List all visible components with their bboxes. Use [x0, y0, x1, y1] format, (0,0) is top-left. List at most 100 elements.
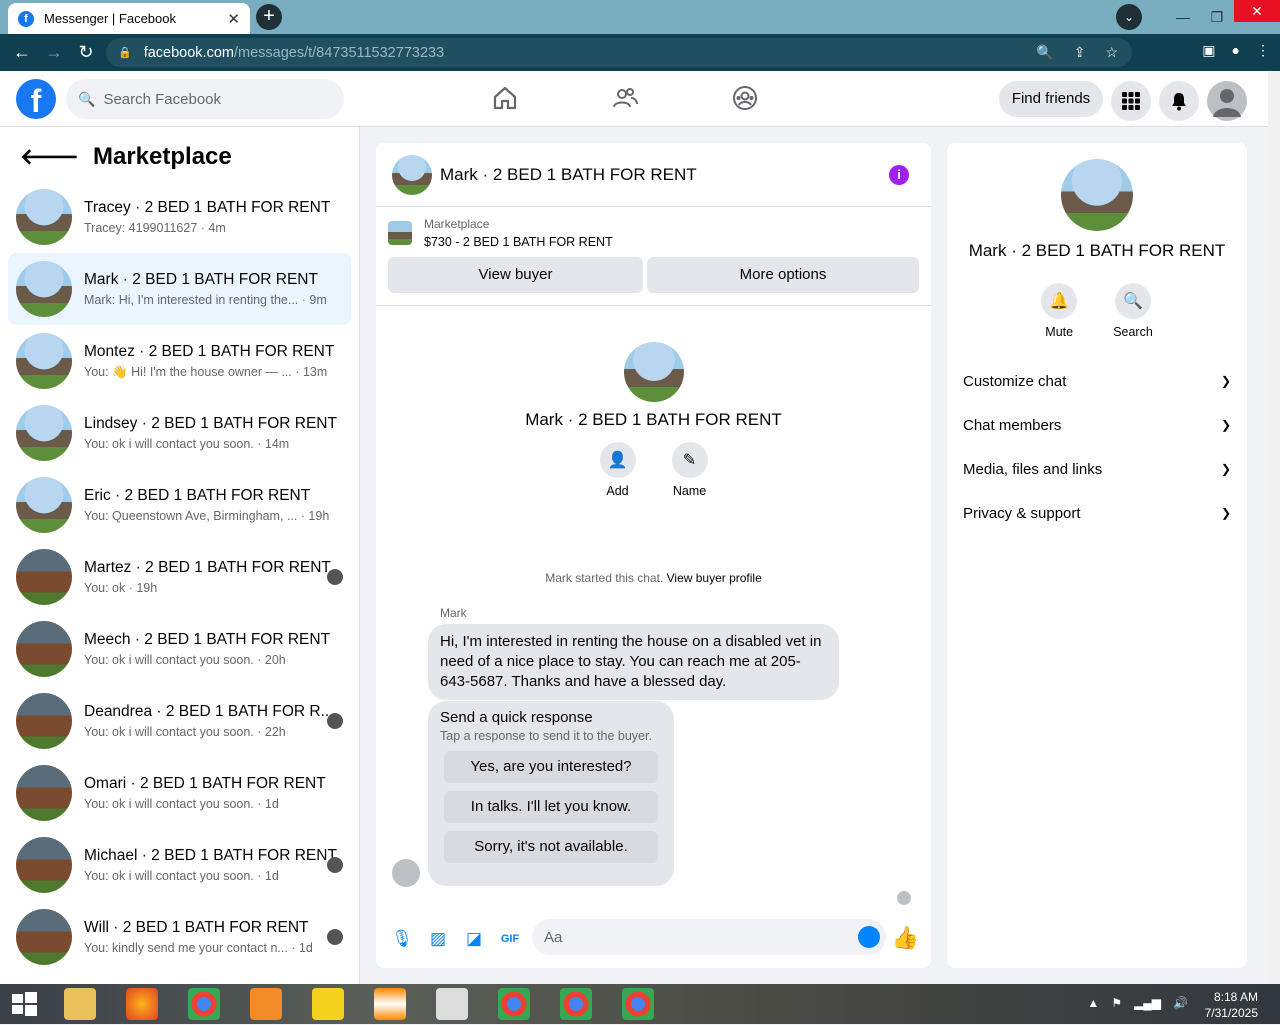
url-field[interactable]: 🔒 facebook.com/messages/t/84735115327732… — [106, 38, 1132, 67]
conversation-name: Lindsey · 2 BED 1 BATH FOR RENT — [84, 415, 337, 432]
emoji-icon[interactable] — [858, 926, 880, 948]
network-icon[interactable]: ▂▄▆ — [1134, 996, 1161, 1010]
search-chat-button[interactable]: 🔍 Search — [1113, 283, 1153, 339]
chrome-profile-icon[interactable] — [498, 988, 530, 1020]
reload-icon[interactable]: ↻ — [70, 42, 102, 63]
volume-icon[interactable]: 🔊 — [1173, 996, 1188, 1010]
add-button[interactable]: 👤 Add — [599, 442, 636, 498]
new-tab-button[interactable]: + — [256, 4, 282, 30]
share-icon[interactable]: ⇪ — [1074, 44, 1086, 61]
browser-tab[interactable]: f Messenger | Facebook ✕ — [8, 3, 250, 34]
chrome-profile-icon[interactable] — [622, 988, 654, 1020]
page-scrollbar[interactable] — [1268, 71, 1280, 984]
customize-chat-section[interactable]: Customize chat ❯ — [947, 359, 1247, 403]
chrome-icon[interactable] — [188, 988, 220, 1020]
mute-button[interactable]: 🔔 Mute — [1041, 283, 1078, 339]
profile-icon[interactable]: ● — [1232, 42, 1240, 59]
privacy-support-section[interactable]: Privacy & support ❯ — [947, 491, 1247, 535]
conversation-item[interactable]: Tracey · 2 BED 1 BATH FOR RENT Tracey: 41… — [8, 181, 351, 253]
media-player-icon[interactable] — [312, 988, 344, 1020]
read-receipt-avatar — [327, 857, 343, 873]
forward-icon[interactable]: → — [38, 42, 70, 63]
conversation-preview: Tracey: 4199011627 · 4m — [84, 221, 226, 235]
groups-icon[interactable] — [730, 83, 760, 113]
firefox-icon[interactable] — [126, 988, 158, 1020]
read-receipt-avatar — [327, 929, 343, 945]
clock-time: 8:18 AM — [1213, 990, 1258, 1004]
search-input[interactable]: 🔍 Search Facebook — [66, 79, 344, 119]
friends-icon[interactable] — [610, 83, 640, 113]
windows-taskbar: ▲ ⚑ ▂▄▆ 🔊 8:18 AM 7/31/2025 — [0, 984, 1280, 1024]
flag-icon[interactable]: ⚑ — [1111, 996, 1122, 1010]
conversation-item[interactable]: Deandrea · 2 BED 1 BATH FOR R... You: ok … — [8, 685, 351, 757]
conversation-item[interactable]: Lindsey · 2 BED 1 BATH FOR RENT You: ok i… — [8, 397, 351, 469]
tray-arrow-icon[interactable]: ▲ — [1087, 996, 1099, 1010]
view-buyer-button[interactable]: View buyer — [388, 257, 643, 293]
chat-title[interactable]: Mark · 2 BED 1 BATH FOR RENT — [440, 165, 697, 185]
conversation-item[interactable]: Montez · 2 BED 1 BATH FOR RENT You: 👋 Hi!… — [8, 325, 351, 397]
conversation-avatar — [16, 189, 72, 245]
microphone-icon[interactable]: 🎙 — [390, 927, 414, 951]
chrome-profile-icon[interactable] — [560, 988, 592, 1020]
conversation-name: Omari · 2 BED 1 BATH FOR RENT — [84, 775, 326, 792]
app-icon[interactable] — [436, 988, 468, 1020]
conversation-avatar — [16, 909, 72, 965]
sender-avatar[interactable] — [392, 859, 420, 887]
close-tab-icon[interactable]: ✕ — [227, 10, 240, 28]
browser-menu-icon[interactable]: ⋮ — [1256, 42, 1270, 59]
details-avatar[interactable] — [1061, 159, 1133, 231]
lock-icon[interactable]: 🔒 — [118, 46, 132, 59]
gif-icon[interactable]: GIF — [498, 927, 522, 951]
home-icon[interactable] — [490, 83, 520, 113]
conversation-item[interactable]: Meech · 2 BED 1 BATH FOR RENT You: ok i w… — [8, 613, 351, 685]
bookmark-star-icon[interactable]: ☆ — [1105, 44, 1118, 61]
message-bubble[interactable]: Hi, I'm interested in renting the house … — [428, 624, 839, 700]
media-files-links-section[interactable]: Media, files and links ❯ — [947, 447, 1247, 491]
name-button[interactable]: ✎ Name — [671, 442, 708, 498]
file-explorer-icon[interactable] — [64, 988, 96, 1020]
uc-browser-icon[interactable] — [250, 988, 282, 1020]
conversation-item[interactable]: Will · 2 BED 1 BATH FOR RENT You: kindly … — [8, 901, 351, 973]
side-panel-icon[interactable]: ▣ — [1202, 42, 1215, 59]
section-label: Chat members — [963, 416, 1062, 434]
conversation-avatar — [16, 837, 72, 893]
listing-price[interactable]: $730 - 2 BED 1 BATH FOR RENT — [424, 235, 613, 249]
listing-thumbnail[interactable] — [388, 221, 412, 245]
quick-reply-yes-button[interactable]: Yes, are you interested? — [444, 751, 658, 783]
windows-start-icon[interactable] — [8, 988, 40, 1020]
conversation-item[interactable]: Omari · 2 BED 1 BATH FOR RENT You: ok i w… — [8, 757, 351, 829]
minimize-button[interactable]: — — [1166, 9, 1200, 25]
chat-header-avatar[interactable] — [392, 154, 432, 195]
conversation-item[interactable]: Mark · 2 BED 1 BATH FOR RENT Mark: Hi, I'… — [8, 253, 351, 325]
chat-panel: Mark · 2 BED 1 BATH FOR RENT i Marketpla… — [376, 143, 931, 968]
conversation-name: Deandrea · 2 BED 1 BATH FOR R... — [84, 703, 334, 720]
restore-button[interactable]: ❐ — [1200, 9, 1234, 26]
zoom-icon[interactable]: 🔍 — [1036, 44, 1053, 61]
back-icon[interactable]: ← — [6, 42, 38, 63]
profile-avatar[interactable] — [623, 342, 684, 402]
conversation-item[interactable]: Eric · 2 BED 1 BATH FOR RENT You: Queenst… — [8, 469, 351, 541]
message-composer: 🎙 ▨ ◪ GIF Aa 👍 — [376, 919, 931, 959]
conversation-item[interactable]: Martez · 2 BED 1 BATH FOR RENT You: ok · … — [8, 541, 351, 613]
find-friends-button[interactable]: Find friends — [999, 81, 1103, 117]
facebook-logo-icon[interactable]: f — [16, 79, 56, 119]
conversation-item[interactable]: Michael · 2 BED 1 BATH FOR RENT You: ok i… — [8, 829, 351, 901]
back-arrow-icon[interactable]: 🡐 — [20, 144, 79, 170]
menu-grid-icon[interactable] — [1111, 81, 1151, 121]
thumbs-up-icon[interactable]: 👍 — [892, 925, 919, 951]
tab-search-icon[interactable]: ⌄ — [1116, 4, 1142, 30]
message-input[interactable]: Aa — [532, 919, 886, 955]
info-icon[interactable]: i — [889, 165, 909, 185]
system-clock[interactable]: 8:18 AM 7/31/2025 — [1205, 989, 1258, 1021]
quick-reply-not-available-button[interactable]: Sorry, it's not available. — [444, 831, 658, 863]
close-window-button[interactable]: ✕ — [1234, 0, 1280, 22]
vlc-icon[interactable] — [374, 988, 406, 1020]
sticker-icon[interactable]: ◪ — [462, 927, 486, 951]
view-buyer-profile-link[interactable]: View buyer profile — [667, 571, 762, 585]
account-avatar[interactable] — [1207, 81, 1247, 121]
quick-reply-in-talks-button[interactable]: In talks. I'll let you know. — [444, 791, 658, 823]
photo-icon[interactable]: ▨ — [426, 927, 450, 951]
chat-members-section[interactable]: Chat members ❯ — [947, 403, 1247, 447]
notifications-bell-icon[interactable] — [1159, 81, 1199, 121]
more-options-button[interactable]: More options — [647, 257, 919, 293]
